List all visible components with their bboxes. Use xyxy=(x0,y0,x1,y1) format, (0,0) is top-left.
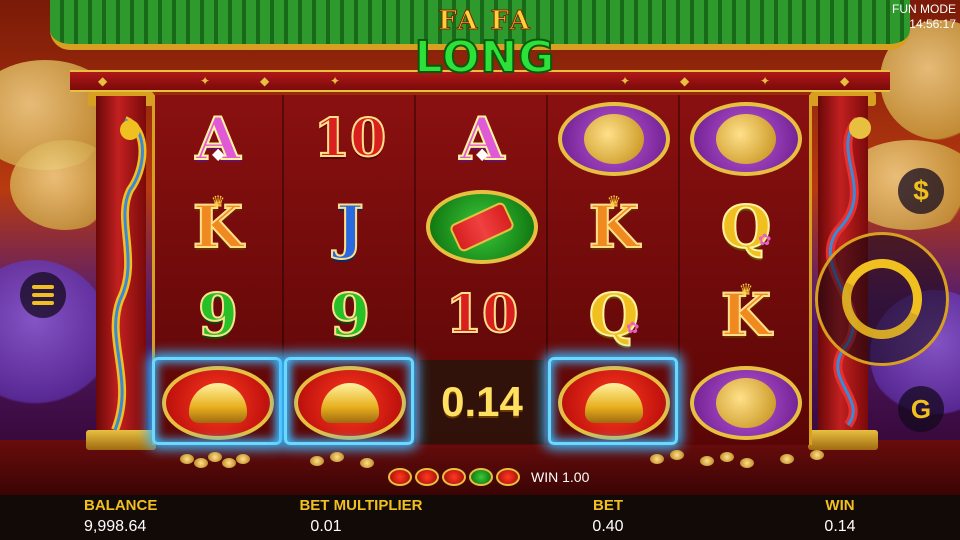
game-logo: FA FA LONG xyxy=(400,6,570,92)
crown-icon: ♛ xyxy=(606,194,622,211)
bet-value: 0.40 xyxy=(592,518,624,535)
symbol-label: 9 xyxy=(197,281,239,349)
symbol-j: J xyxy=(288,186,412,268)
win-amount: 0.14 xyxy=(441,378,523,425)
bet-multiplier-stat[interactable]: BET MULTIPLIER 0.01 xyxy=(296,497,426,536)
ornament-icon: ✦ xyxy=(330,74,341,88)
win-stat: WIN 0.14 xyxy=(812,497,868,536)
lotus-icon: ✿ xyxy=(626,320,640,337)
bet-multiplier-label: BET MULTIPLIER xyxy=(299,497,423,514)
ornament-icon: ✦ xyxy=(760,74,771,88)
symbol-label: 9 xyxy=(329,281,371,349)
koi-icon xyxy=(690,366,802,440)
diamond-icon: ◆ xyxy=(476,146,489,163)
symbol-10: 10 xyxy=(420,274,544,356)
ornament-icon: ◆ xyxy=(680,74,690,88)
symbol-9: 9 xyxy=(288,274,412,356)
symbol-k: ♛ K xyxy=(156,186,280,268)
symbol-a: A ◆ xyxy=(156,98,280,180)
symbol-koi xyxy=(684,362,808,444)
logo-long-text: LONG xyxy=(414,32,556,83)
win-line-text: WIN 1.00 xyxy=(531,469,590,485)
ornament-icon: ✦ xyxy=(200,74,211,88)
symbol-k: ♛ K xyxy=(552,186,676,268)
mode-label: FUN MODE xyxy=(892,2,956,16)
phoenix-icon xyxy=(111,116,147,432)
firecracker-icon xyxy=(426,190,538,264)
diamond-icon: ◆ xyxy=(212,146,225,163)
gold-ingot-icon xyxy=(415,468,439,486)
spin-icon xyxy=(830,247,934,351)
ornament-icon: ◆ xyxy=(260,74,270,88)
menu-icon xyxy=(32,301,54,305)
koi-icon xyxy=(558,102,670,176)
bet-label: BET xyxy=(593,497,623,514)
ornament-icon: ◆ xyxy=(98,74,108,88)
clock: 14:56:17 xyxy=(909,17,956,31)
menu-icon xyxy=(32,293,54,297)
lotus-icon: ✿ xyxy=(758,232,772,249)
win-highlight-frame xyxy=(548,357,678,445)
symbol-koi xyxy=(684,98,808,180)
symbol-9: 9 xyxy=(156,274,280,356)
spin-button[interactable] xyxy=(815,232,949,366)
crown-icon: ♛ xyxy=(210,194,226,211)
bet-stat[interactable]: BET 0.40 xyxy=(580,497,636,536)
symbol-label: 10 xyxy=(313,108,387,169)
symbol-q: Q ✿ xyxy=(552,274,676,356)
autoplay-button[interactable]: G xyxy=(898,386,944,432)
symbol-k: ♛ K xyxy=(684,274,808,356)
bet-settings-button[interactable]: $ xyxy=(898,168,944,214)
ornament-icon: ◆ xyxy=(840,74,850,88)
balance-label: BALANCE xyxy=(84,497,158,514)
symbol-10: 10 xyxy=(288,98,412,180)
win-amount-overlay: 0.14 xyxy=(420,360,544,444)
symbol-label: 10 xyxy=(445,284,519,345)
symbol-label: J xyxy=(335,193,364,261)
symbol-q: Q ✿ xyxy=(684,186,808,268)
crown-icon: ♛ xyxy=(738,282,754,299)
treasure-pile xyxy=(640,448,840,472)
gold-ingot-icon xyxy=(496,468,520,486)
symbol-koi xyxy=(552,98,676,180)
dollar-icon: $ xyxy=(913,175,929,206)
menu-button[interactable] xyxy=(20,272,66,318)
symbol-a: A ◆ xyxy=(420,98,544,180)
bet-multiplier-value: 0.01 xyxy=(310,518,342,535)
win-label: WIN xyxy=(825,497,855,514)
gold-ingot-icon xyxy=(388,468,412,486)
win-highlight-frame xyxy=(284,357,414,445)
koi-icon xyxy=(690,102,802,176)
ornament-icon: ✦ xyxy=(620,74,631,88)
autoplay-icon: G xyxy=(910,393,932,424)
win-highlight-frame xyxy=(152,357,282,445)
symbol-firecracker xyxy=(420,186,544,268)
gold-ingot-icon xyxy=(442,468,466,486)
firecracker-icon xyxy=(469,468,493,486)
balance-stat: BALANCE 9,998.64 xyxy=(84,497,157,536)
pillar-base xyxy=(808,430,878,450)
win-line-summary: WIN 1.00 xyxy=(388,468,589,486)
win-value: 0.14 xyxy=(824,518,856,535)
balance-value: 9,998.64 xyxy=(84,518,147,535)
menu-icon xyxy=(32,285,54,289)
